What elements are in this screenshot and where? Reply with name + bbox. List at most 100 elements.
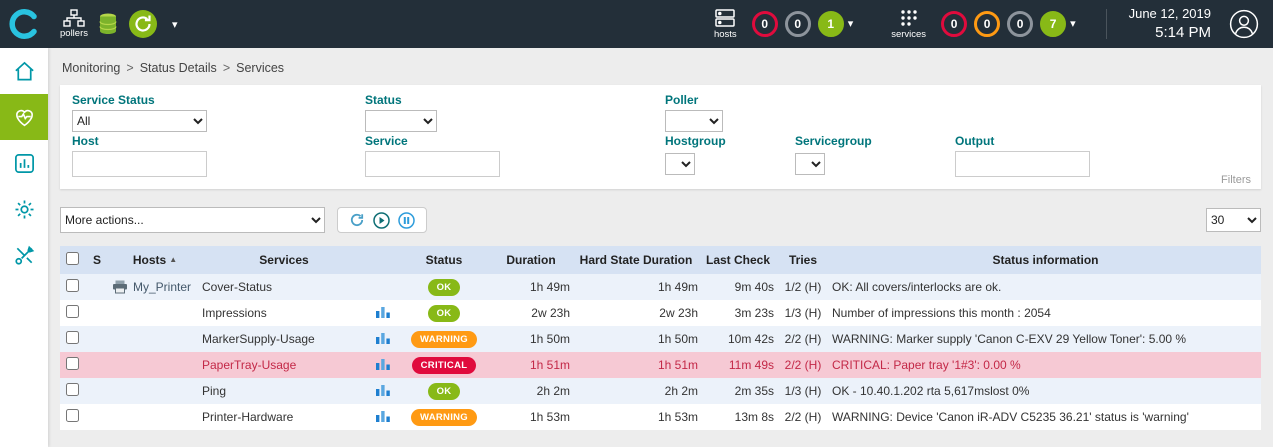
pause-button[interactable] [398,212,415,229]
breadcrumb-status-details[interactable]: Status Details [140,61,217,75]
servicegroup-select[interactable] [795,153,825,175]
last-check-cell: 13m 8s [700,404,776,430]
table-row[interactable]: Printer-Hardware WARNING 1h 53m 1h 53m 1… [60,404,1261,430]
hard-state-duration-cell: 2h 2m [572,378,700,404]
column-header-tries[interactable]: Tries [776,246,830,274]
service-link[interactable]: PaperTray-Usage [202,358,296,372]
last-check-cell: 10m 42s [700,326,776,352]
hostgroup-label: Hostgroup [665,134,726,148]
row-checkbox[interactable] [66,409,79,422]
select-all-checkbox[interactable] [66,252,79,265]
status-information-cell: OK: All covers/interlocks are ok. [830,274,1261,300]
user-avatar[interactable] [1229,9,1259,39]
column-header-hard-state-duration[interactable]: Hard State Duration [572,246,700,274]
graph-icon[interactable] [376,331,390,344]
graph-icon[interactable] [376,409,390,422]
column-header-hosts[interactable]: Hosts▲ [110,246,200,274]
service-link[interactable]: Cover-Status [202,280,272,294]
status-information-cell: WARNING: Marker supply 'Canon C-EXV 29 Y… [830,326,1261,352]
hosts-up-counter[interactable]: 1 [818,11,844,37]
services-ok-counter[interactable]: 7 [1040,11,1066,37]
column-header-s[interactable]: S [84,246,110,274]
tools-icon [13,244,36,267]
host-input[interactable] [72,151,207,177]
duration-cell: 1h 51m [490,352,572,378]
row-state-cell [84,352,110,378]
last-check-cell: 2m 35s [700,378,776,404]
column-header-last-check[interactable]: Last Check [700,246,776,274]
refresh-button[interactable] [349,212,365,228]
status-badge: CRITICAL [412,357,477,374]
table-row[interactable]: Impressions OK 2w 23h 2w 23h 3m 23s 1/3 … [60,300,1261,326]
column-header-status[interactable]: Status [398,246,490,274]
service-status-select[interactable]: All [72,110,207,132]
sidebar-item-administration[interactable] [0,232,48,278]
service-link[interactable]: Ping [202,384,226,398]
row-checkbox[interactable] [66,279,79,292]
hosts-menu[interactable]: hosts [714,8,737,40]
duration-cell: 2h 2m [490,378,572,404]
service-link[interactable]: Printer-Hardware [202,410,293,424]
column-header-status-information[interactable]: Status information [830,246,1261,274]
pollers-label: pollers [60,28,88,39]
pollers-menu[interactable]: pollers [60,9,88,39]
service-input[interactable] [365,151,500,177]
table-row[interactable]: PaperTray-Usage CRITICAL 1h 51m 1h 51m 1… [60,352,1261,378]
topbar-divider [1106,9,1107,39]
sidebar-item-configuration[interactable] [0,186,48,232]
services-critical-counter[interactable]: 0 [941,11,967,37]
breadcrumb-separator: > [223,61,230,75]
services-warning-counter[interactable]: 0 [974,11,1000,37]
filters-panel-toggle[interactable]: Filters [1221,174,1251,186]
breadcrumb-services[interactable]: Services [236,61,284,75]
breadcrumb-separator: > [126,61,133,75]
page-size-select[interactable]: 30 [1206,208,1261,232]
services-menu[interactable]: services [891,8,926,40]
hosts-status-group: hosts 0 0 1 ▾ [706,8,857,40]
poller-select[interactable] [665,110,723,132]
table-row[interactable]: Ping OK 2h 2m 2h 2m 2m 35s 1/3 (H) OK - … [60,378,1261,404]
status-information-cell: Number of impressions this month : 2054 [830,300,1261,326]
service-link[interactable]: MarkerSupply-Usage [202,332,315,346]
output-input[interactable] [955,151,1090,177]
sidebar-item-reporting[interactable] [0,140,48,186]
sidebar-item-monitoring[interactable] [0,94,48,140]
services-status-group: services 0 0 0 7 ▾ [883,8,1079,40]
graph-icon[interactable] [376,383,390,396]
status-information-cell: CRITICAL: Paper tray '1#3': 0.00 % [830,352,1261,378]
hard-state-duration-cell: 1h 53m [572,404,700,430]
play-button[interactable] [373,212,390,229]
services-unknown-counter[interactable]: 0 [1007,11,1033,37]
hostgroup-select[interactable] [665,153,695,175]
breadcrumb-monitoring[interactable]: Monitoring [62,61,120,75]
hosts-chevron-down-icon[interactable]: ▾ [848,17,854,30]
status-badge: OK [428,279,461,296]
hosts-down-counter[interactable]: 0 [752,11,778,37]
more-actions-select[interactable]: More actions... [60,207,325,233]
output-label: Output [955,134,994,148]
table-row[interactable]: My_Printer Cover-Status OK 1h 49m 1h 49m… [60,274,1261,300]
column-header-services[interactable]: Services [200,246,368,274]
row-checkbox[interactable] [66,331,79,344]
row-checkbox[interactable] [66,383,79,396]
host-link[interactable]: My_Printer [133,280,191,294]
database-status-icon[interactable] [98,12,118,36]
column-header-duration[interactable]: Duration [490,246,572,274]
hard-state-duration-cell: 2w 23h [572,300,700,326]
row-checkbox[interactable] [66,357,79,370]
hosts-unreachable-counter[interactable]: 0 [785,11,811,37]
status-select[interactable] [365,110,437,132]
home-icon [13,60,36,83]
graph-icon[interactable] [376,305,390,318]
pollers-chevron-down-icon[interactable]: ▾ [172,18,178,31]
platform-sync-status-icon[interactable] [128,9,158,39]
graph-icon[interactable] [376,357,390,370]
status-information-cell: OK - 10.40.1.202 rta 5,617mslost 0% [830,378,1261,404]
services-chevron-down-icon[interactable]: ▾ [1070,17,1076,30]
row-checkbox[interactable] [66,305,79,318]
sidebar-item-home[interactable] [0,48,48,94]
last-check-cell: 9m 40s [700,274,776,300]
service-link[interactable]: Impressions [202,306,267,320]
centreon-logo[interactable] [0,0,48,48]
table-row[interactable]: MarkerSupply-Usage WARNING 1h 50m 1h 50m… [60,326,1261,352]
